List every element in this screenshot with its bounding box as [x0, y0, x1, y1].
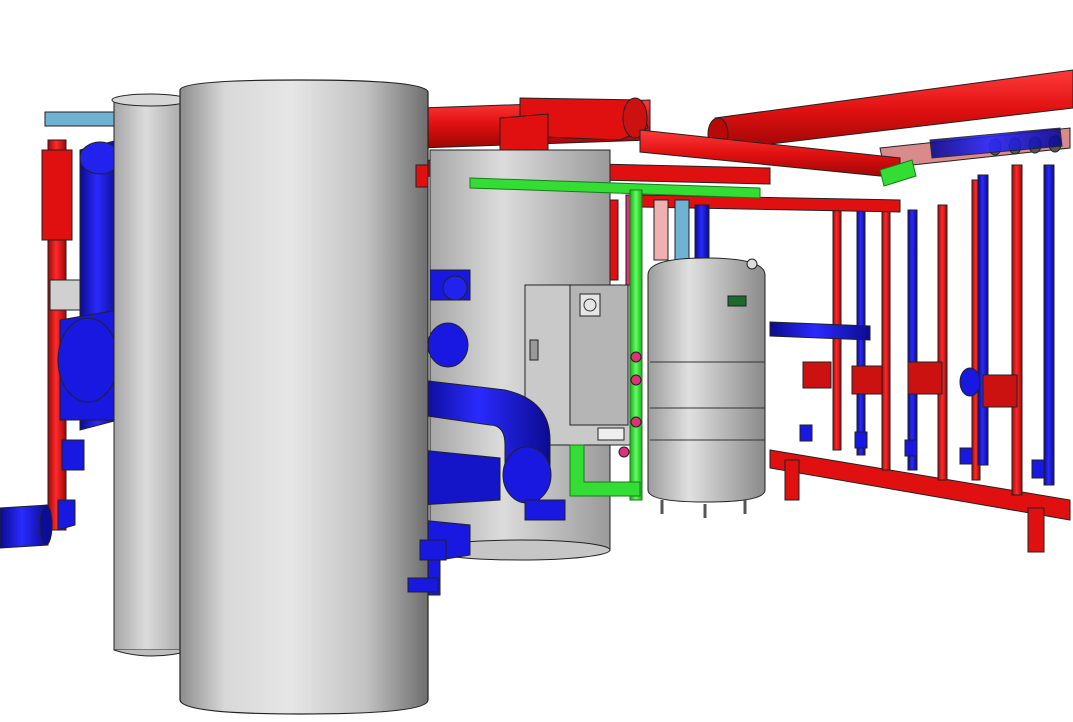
- mechanical-room-3d-view: [0, 69, 1073, 715]
- cold-water-stub: [44, 111, 121, 127]
- expansion-tank: [647, 257, 766, 518]
- cold-water-riser: [674, 199, 690, 261]
- pink-riser: [653, 199, 669, 261]
- storage-tank-front: [179, 79, 429, 715]
- blue-riser-center: [694, 204, 710, 266]
- pressure-gauge-icon: [746, 258, 758, 270]
- tank-legs: [660, 500, 747, 518]
- left-wall-piping: [0, 111, 121, 549]
- gauge-label: [727, 295, 747, 307]
- boiler-display-panel: [579, 293, 601, 317]
